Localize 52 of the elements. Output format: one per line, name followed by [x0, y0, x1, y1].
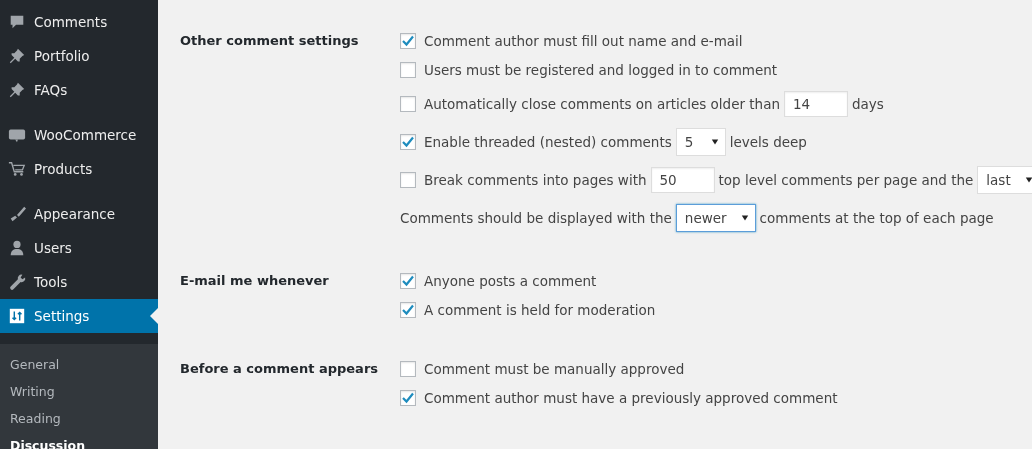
menu-item[interactable]: WooCommerce [0, 118, 158, 152]
checkbox[interactable] [400, 95, 416, 112]
option-label: Enable threaded (nested) comments [424, 133, 672, 150]
option-label: days [852, 95, 884, 112]
pushpin-icon [8, 47, 26, 65]
checkbox[interactable] [400, 33, 416, 49]
option-label: Comment author must have a previously approved comment [424, 390, 838, 406]
checkbox[interactable] [400, 133, 416, 150]
menu-item[interactable]: Portfolio [0, 39, 158, 73]
option-label: Users must be registered and logged in to comment [424, 62, 778, 78]
menu-item[interactable]: Settings [0, 299, 158, 333]
wrench-icon [8, 273, 26, 291]
submenu-item[interactable]: Reading [0, 405, 158, 432]
caret-icon [710, 137, 719, 146]
option-label: top level comments per page and the [718, 171, 974, 188]
menu-item[interactable]: Appearance [0, 197, 158, 231]
option-label: Comment must be manually approved [424, 361, 685, 377]
checkbox[interactable] [400, 62, 416, 78]
menu-item[interactable]: Users [0, 231, 158, 265]
number-field[interactable]: 14 [784, 90, 848, 117]
option-label: Automatically close comments on articles older than [424, 95, 780, 112]
submenu-item[interactable]: General [0, 351, 158, 378]
number-field[interactable]: 50 [650, 166, 715, 193]
menu-item[interactable]: FAQs [0, 73, 158, 107]
dropdown[interactable]: 5 [675, 127, 726, 156]
menu-item[interactable]: Tools [0, 265, 158, 299]
checkbox[interactable] [400, 171, 416, 188]
dropdown[interactable]: newer [675, 203, 756, 232]
menu-item[interactable]: Comments [0, 5, 158, 39]
section-label: E-mail me whenever [180, 272, 330, 290]
option-label: levels deep [729, 133, 807, 150]
checkbox[interactable] [400, 390, 416, 406]
section-label: Other comment settings [180, 32, 360, 50]
section-label: Before a comment appears [180, 360, 380, 378]
pushpin-icon [8, 81, 26, 99]
checkbox[interactable] [400, 273, 416, 289]
caret-icon [1024, 175, 1032, 184]
cart-icon [8, 160, 26, 178]
option-label: comments at the top of each page [759, 209, 994, 226]
person-icon [8, 239, 26, 257]
menu-item[interactable]: Products [0, 152, 158, 186]
option-label: Comment author must fill out name and e-mail [424, 33, 743, 49]
option-label: Break comments into pages with [424, 171, 647, 188]
checkbox[interactable] [400, 302, 416, 318]
sliders-icon [8, 307, 26, 325]
option-label: Comments should be displayed with the [400, 209, 672, 226]
caret-icon [740, 213, 749, 222]
dropdown[interactable]: last [977, 165, 1032, 194]
checkbox[interactable] [400, 361, 416, 377]
option-label: Anyone posts a comment [424, 273, 597, 289]
submenu-item[interactable]: Writing [0, 378, 158, 405]
option-label: A comment is held for moderation [424, 302, 656, 318]
